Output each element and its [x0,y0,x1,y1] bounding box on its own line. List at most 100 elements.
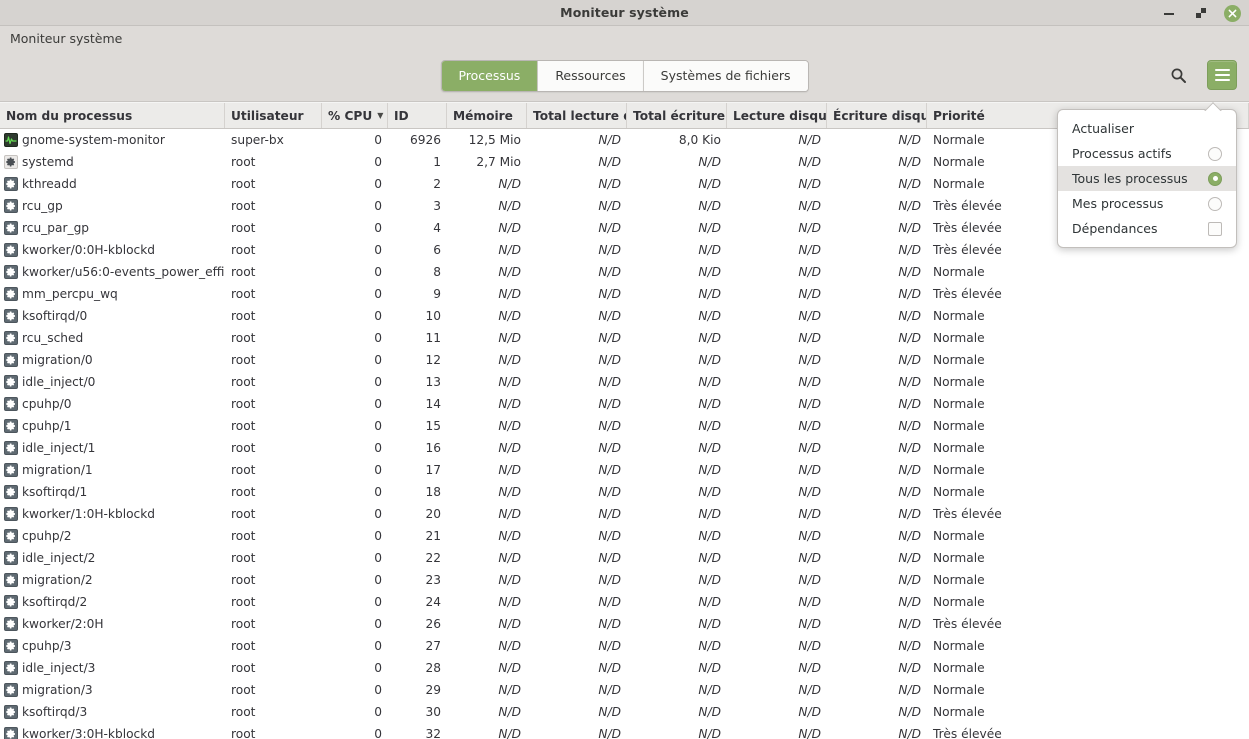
column-header-user[interactable]: Utilisateur [225,103,322,128]
cell-user: root [225,371,322,393]
radio-button[interactable] [1208,147,1222,161]
column-header-totread[interactable]: Total lecture d [527,103,627,128]
cell-id: 6 [388,239,447,261]
cell-dread: N/D [727,481,827,503]
table-row[interactable]: kworker/u56:0-events_power_effiroot08N/D… [0,261,1249,283]
column-header-dwrit[interactable]: Écriture disque [827,103,927,128]
table-row[interactable]: ksoftirqd/2root024N/DN/DN/DN/DN/DNormale [0,591,1249,613]
menu-item-label: Actualiser [1072,121,1134,136]
table-row[interactable]: cpuhp/2root021N/DN/DN/DN/DN/DNormale [0,525,1249,547]
process-name-label: migration/3 [22,683,93,697]
gear-icon [4,485,18,499]
cell-dwrit: N/D [827,393,927,415]
table-row[interactable]: idle_inject/2root022N/DN/DN/DN/DN/DNorma… [0,547,1249,569]
column-header-name[interactable]: Nom du processus [0,103,225,128]
table-row[interactable]: kworker/3:0H-kblockdroot032N/DN/DN/DN/DN… [0,723,1249,739]
cell-mem: N/D [447,305,527,327]
column-header-dread[interactable]: Lecture disque [727,103,827,128]
table-row[interactable]: ksoftirqd/1root018N/DN/DN/DN/DN/DNormale [0,481,1249,503]
cell-totwrit: N/D [627,459,727,481]
process-name: rcu_par_gp [4,221,89,235]
table-row[interactable]: ksoftirqd/3root030N/DN/DN/DN/DN/DNormale [0,701,1249,723]
menu-item-d-pendances[interactable]: Dépendances [1058,216,1236,241]
cell-cpu: 0 [322,371,388,393]
menu-item-label: Mes processus [1072,196,1163,211]
gear-icon [4,683,18,697]
cell-id: 21 [388,525,447,547]
cell-id: 27 [388,635,447,657]
maximize-icon[interactable] [1192,4,1210,22]
process-name-label: cpuhp/1 [22,419,71,433]
process-name-label: idle_inject/0 [22,375,95,389]
table-row[interactable]: idle_inject/1root016N/DN/DN/DN/DN/DNorma… [0,437,1249,459]
column-header-id[interactable]: ID [388,103,447,128]
menu-item-processus-actifs[interactable]: Processus actifs [1058,141,1236,166]
cell-prio: Normale [927,371,1249,393]
table-row[interactable]: idle_inject/0root013N/DN/DN/DN/DN/DNorma… [0,371,1249,393]
table-row[interactable]: cpuhp/1root015N/DN/DN/DN/DN/DNormale [0,415,1249,437]
table-row[interactable]: kworker/1:0H-kblockdroot020N/DN/DN/DN/DN… [0,503,1249,525]
table-row[interactable]: migration/1root017N/DN/DN/DN/DN/DNormale [0,459,1249,481]
menu-item-actualiser[interactable]: Actualiser [1058,116,1236,141]
table-row[interactable]: cpuhp/0root014N/DN/DN/DN/DN/DNormale [0,393,1249,415]
cell-name: rcu_gp [0,195,225,217]
cell-dread: N/D [727,657,827,679]
process-name: kworker/3:0H-kblockd [4,727,155,739]
cell-prio: Normale [927,305,1249,327]
table-row[interactable]: migration/0root012N/DN/DN/DN/DN/DNormale [0,349,1249,371]
table-row[interactable]: kworker/2:0Hroot026N/DN/DN/DN/DN/DTrès é… [0,613,1249,635]
popover-arrow-icon [1204,101,1222,111]
process-name: systemd [4,155,74,169]
cell-totwrit: N/D [627,437,727,459]
tab-processus[interactable]: Processus [441,61,538,91]
table-row[interactable]: migration/3root029N/DN/DN/DN/DN/DNormale [0,679,1249,701]
cell-dread: N/D [727,173,827,195]
column-header-totwrit[interactable]: Total écriture [627,103,727,128]
process-name-label: ksoftirqd/2 [22,595,87,609]
cell-totread: N/D [527,327,627,349]
table-row[interactable]: cpuhp/3root027N/DN/DN/DN/DN/DNormale [0,635,1249,657]
cell-dread: N/D [727,591,827,613]
table-row[interactable]: ksoftirqd/0root010N/DN/DN/DN/DN/DNormale [0,305,1249,327]
table-row[interactable]: idle_inject/3root028N/DN/DN/DN/DN/DNorma… [0,657,1249,679]
cell-mem: 2,7 Mio [447,151,527,173]
table-row[interactable]: migration/2root023N/DN/DN/DN/DN/DNormale [0,569,1249,591]
cell-mem: N/D [447,547,527,569]
cell-totread: N/D [527,415,627,437]
process-name: kworker/0:0H-kblockd [4,243,155,257]
radio-button[interactable] [1208,197,1222,211]
hamburger-menu-icon[interactable] [1207,60,1237,90]
cell-prio: Très élevée [927,613,1249,635]
cell-totread: N/D [527,481,627,503]
cell-dread: N/D [727,195,827,217]
cell-id: 6926 [388,129,447,151]
tab-systemes-de-fichiers[interactable]: Systèmes de fichiers [644,61,808,91]
cell-totwrit: N/D [627,525,727,547]
radio-button[interactable] [1208,172,1222,186]
process-name-label: ksoftirqd/1 [22,485,87,499]
cell-user: root [225,591,322,613]
cell-totread: N/D [527,613,627,635]
close-icon[interactable] [1224,5,1241,22]
view-tabs: Processus Ressources Systèmes de fichier… [440,60,808,92]
table-row[interactable]: rcu_schedroot011N/DN/DN/DN/DN/DNormale [0,327,1249,349]
cell-user: root [225,503,322,525]
gear-light-icon [4,155,18,169]
cell-name: idle_inject/1 [0,437,225,459]
menu-item-label: Processus actifs [1072,146,1172,161]
menu-item-tous-les-processus[interactable]: Tous les processus [1058,166,1236,191]
system-monitor-window: Moniteur système Moniteur système Proces… [0,0,1249,739]
table-row[interactable]: mm_percpu_wqroot09N/DN/DN/DN/DN/DTrès él… [0,283,1249,305]
column-header-mem[interactable]: Mémoire [447,103,527,128]
tab-ressources[interactable]: Ressources [538,61,643,91]
header-bar: Moniteur système Processus Ressources Sy… [0,26,1249,102]
minimize-icon[interactable] [1160,4,1178,22]
menu-item-mes-processus[interactable]: Mes processus [1058,191,1236,216]
checkbox[interactable] [1208,222,1222,236]
process-name-label: kthreadd [22,177,77,191]
cell-totread: N/D [527,217,627,239]
column-header-cpu[interactable]: % CPU▼ [322,103,388,128]
cell-totread: N/D [527,437,627,459]
cell-totwrit: 8,0 Kio [627,129,727,151]
search-icon[interactable] [1163,60,1193,90]
